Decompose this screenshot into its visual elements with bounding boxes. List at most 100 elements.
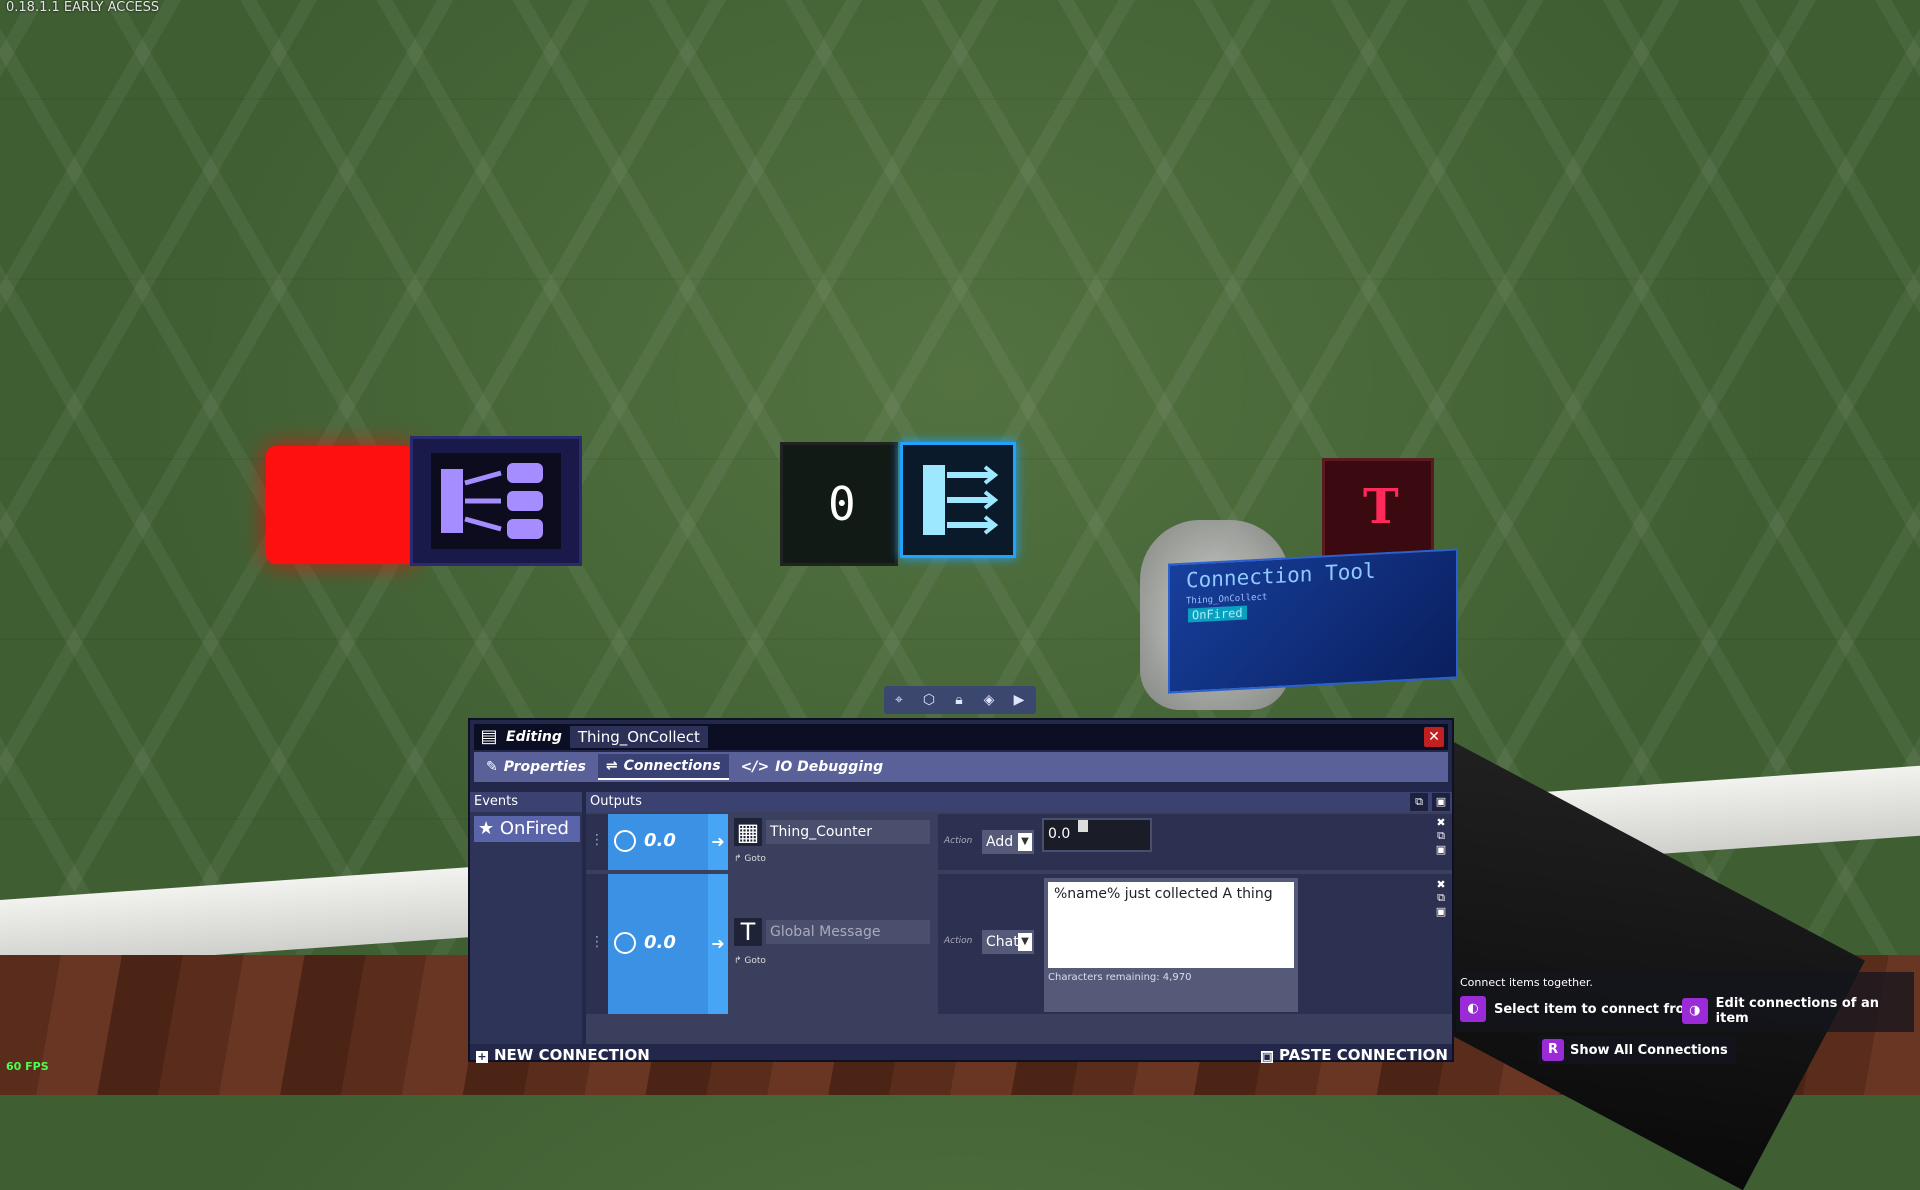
target-field[interactable]: T Global Message ↱ Goto bbox=[728, 874, 938, 1014]
tab-io-debugging[interactable]: </> IO Debugging bbox=[733, 755, 892, 779]
events-list: ★ OnFired bbox=[470, 812, 582, 1044]
tab-label: Connections bbox=[623, 758, 721, 774]
relay-multi-block[interactable] bbox=[410, 436, 582, 566]
action-select[interactable]: Chat ▼ bbox=[982, 930, 1034, 954]
cursor-icon[interactable]: ▶ bbox=[1004, 692, 1034, 708]
message-input[interactable]: %name% just collected A thing bbox=[1048, 882, 1294, 968]
target-name: Thing_Counter bbox=[766, 820, 930, 844]
goto-label: Goto bbox=[744, 854, 766, 864]
paste-all-icon[interactable]: ▣ bbox=[1432, 793, 1450, 811]
tab-label: Properties bbox=[503, 759, 586, 775]
lock-icon[interactable]: 🔒︎ bbox=[944, 692, 974, 708]
hint-select: ◐ Select item to connect from bbox=[1460, 996, 1698, 1022]
text-block-letter: T bbox=[1363, 479, 1399, 535]
mouse-left-icon: ◐ bbox=[1460, 996, 1486, 1022]
target-field[interactable]: ▦ Thing_Counter ↱ Goto bbox=[728, 814, 938, 870]
show-all-label: Show All Connections bbox=[1570, 1042, 1728, 1058]
target-name: Global Message bbox=[766, 920, 930, 944]
version-label: 0.18.1.1 EARLY ACCESS bbox=[6, 0, 160, 15]
delay-value: 0.0 bbox=[644, 932, 676, 953]
connection-tool-tablet: Connection Tool Thing_OnCollect OnFired bbox=[1168, 548, 1458, 694]
tab-connections[interactable]: ⇌ Connections bbox=[597, 754, 729, 780]
output-row: ⋮ 0.0 ➜ T Global Message ↱ Goto Action C… bbox=[586, 874, 1452, 1014]
control-hints: Connect items together. ◐ Select item to… bbox=[1456, 972, 1914, 1032]
tag-icon[interactable]: ⌖ bbox=[884, 692, 914, 708]
paste-connection-label: PASTE CONNECTION bbox=[1279, 1046, 1448, 1064]
paste-icon[interactable]: ▣ bbox=[1432, 843, 1450, 856]
box-open-icon[interactable]: ⬡ bbox=[914, 692, 944, 708]
tool-subtitle: Thing_OnCollect bbox=[1186, 592, 1268, 607]
arrow-icon: ➜ bbox=[708, 814, 728, 870]
outputs-list: ⋮ 0.0 ➜ ▦ Thing_Counter ↱ Goto Action Ad… bbox=[586, 812, 1452, 1044]
text-block[interactable]: T bbox=[1322, 458, 1434, 558]
tool-event: OnFired bbox=[1188, 605, 1247, 623]
item-toolbar: ⌖ ⬡ 🔒︎ ◈ ▶ bbox=[884, 686, 1036, 714]
arrow-icon: ➜ bbox=[708, 874, 728, 1014]
outputs-label: Outputs bbox=[590, 794, 642, 809]
tab-properties[interactable]: ✎ Properties bbox=[478, 755, 594, 779]
red-button-block[interactable] bbox=[266, 446, 416, 564]
editor-titlebar: ▤ Editing Thing_OnCollect ✕ bbox=[474, 724, 1448, 750]
clock-icon bbox=[614, 932, 636, 954]
param-value: 0.0 bbox=[1048, 826, 1071, 842]
paste-icon[interactable]: ▣ bbox=[1432, 905, 1450, 918]
copy-icon[interactable]: ⧉ bbox=[1432, 891, 1450, 905]
counter-icon: ▦ bbox=[734, 818, 762, 846]
paste-connection-button[interactable]: ▣ PASTE CONNECTION bbox=[1261, 1046, 1448, 1064]
goto-link[interactable]: ↱ Goto bbox=[734, 956, 766, 966]
delay-field[interactable]: 0.0 bbox=[608, 874, 708, 1014]
chevron-down-icon: ▼ bbox=[1018, 833, 1032, 851]
chevron-down-icon: ▼ bbox=[1018, 933, 1032, 951]
output-row: ⋮ 0.0 ➜ ▦ Thing_Counter ↱ Goto Action Ad… bbox=[586, 814, 1452, 870]
action-select[interactable]: Add ▼ bbox=[982, 830, 1034, 854]
flow-icon bbox=[431, 453, 561, 549]
tool-title: Connection Tool bbox=[1186, 558, 1376, 593]
hint-title: Connect items together. bbox=[1460, 976, 1593, 989]
event-label: OnFired bbox=[499, 818, 569, 839]
goto-link[interactable]: ↱ Goto bbox=[734, 854, 766, 864]
events-header: Events bbox=[470, 792, 582, 812]
drag-handle[interactable]: ⋮ bbox=[590, 934, 604, 950]
outputs-header: Outputs ⧉ ▣ bbox=[586, 792, 1452, 812]
copy-all-icon[interactable]: ⧉ bbox=[1410, 793, 1428, 811]
link-icon: ⇌ bbox=[605, 758, 618, 774]
cube-icon[interactable]: ◈ bbox=[974, 692, 1004, 708]
editor-tabs: ✎ Properties ⇌ Connections </> IO Debugging bbox=[474, 752, 1448, 782]
paste-icon: ▣ bbox=[1261, 1050, 1274, 1063]
param-slider[interactable]: 0.0 bbox=[1042, 818, 1152, 852]
drag-handle[interactable]: ⋮ bbox=[590, 832, 604, 848]
editor-footer: + NEW CONNECTION ▣ PASTE CONNECTION bbox=[470, 1044, 1452, 1064]
row-controls: ✖ ⧉ ▣ bbox=[1432, 816, 1450, 856]
delay-field[interactable]: 0.0 bbox=[608, 814, 708, 870]
hint-select-label: Select item to connect from bbox=[1494, 1001, 1699, 1017]
counter-block[interactable]: 0 bbox=[780, 442, 898, 566]
event-onfired[interactable]: ★ OnFired bbox=[474, 816, 580, 842]
show-all-connections-hint: R Show All Connections bbox=[1538, 1036, 1736, 1064]
counter-digit: 0 bbox=[828, 477, 856, 531]
new-connection-button[interactable]: + NEW CONNECTION bbox=[476, 1046, 650, 1064]
slider-knob[interactable] bbox=[1077, 820, 1088, 832]
message-param: %name% just collected A thing Characters… bbox=[1044, 878, 1298, 1012]
item-name[interactable]: Thing_OnCollect bbox=[569, 726, 708, 748]
delete-icon[interactable]: ✖ bbox=[1432, 816, 1450, 829]
close-button[interactable]: ✕ bbox=[1424, 727, 1444, 747]
hint-edit-label: Edit connections of an item bbox=[1715, 996, 1879, 1026]
text-icon: T bbox=[734, 918, 762, 946]
action-value: Chat bbox=[986, 934, 1019, 950]
connection-editor: ▤ Editing Thing_OnCollect ✕ ✎ Properties … bbox=[468, 718, 1454, 1064]
relay-block[interactable] bbox=[900, 442, 1016, 558]
r-key-icon: R bbox=[1542, 1039, 1564, 1061]
star-icon: ★ bbox=[478, 818, 500, 839]
plus-icon: + bbox=[476, 1050, 488, 1063]
relay-icon bbox=[923, 465, 999, 535]
fps-counter: 60 FPS bbox=[6, 1060, 49, 1073]
delete-icon[interactable]: ✖ bbox=[1432, 878, 1450, 891]
new-connection-label: NEW CONNECTION bbox=[494, 1046, 650, 1064]
editor-icon: ▤ bbox=[480, 726, 498, 747]
mouse-right-icon: ◑ bbox=[1682, 998, 1708, 1024]
action-label: Action bbox=[944, 836, 973, 846]
tab-label: IO Debugging bbox=[775, 759, 884, 775]
copy-icon[interactable]: ⧉ bbox=[1432, 829, 1450, 843]
characters-remaining: Characters remaining: 4,970 bbox=[1048, 972, 1192, 983]
brush-icon: ✎ bbox=[486, 759, 498, 775]
